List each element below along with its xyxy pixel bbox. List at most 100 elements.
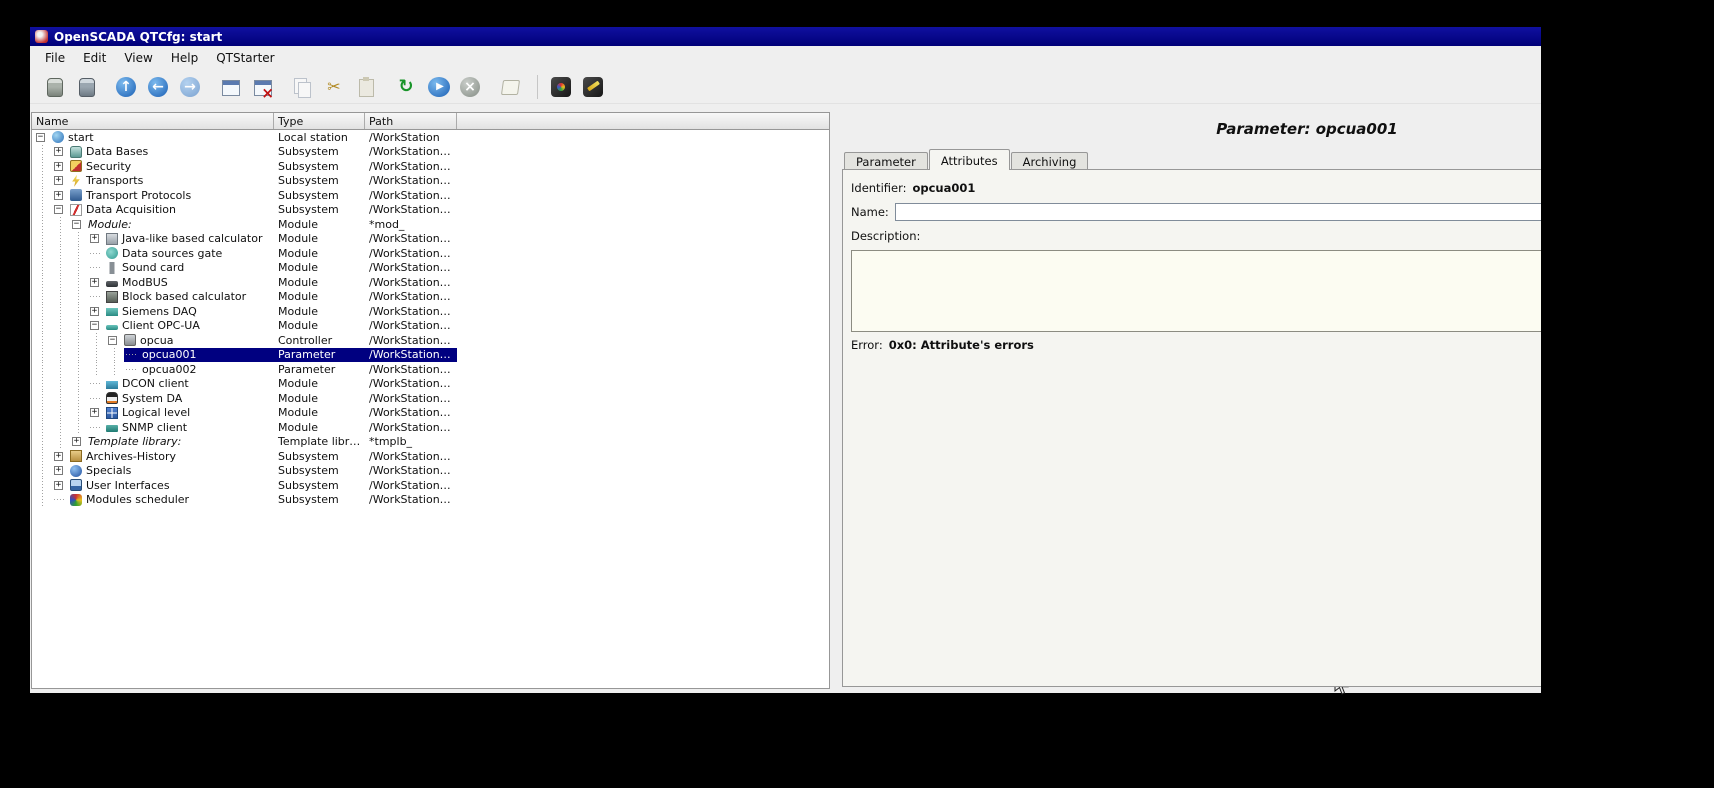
menu-item-view[interactable]: View	[115, 48, 161, 68]
qtstarter-openscada-button[interactable]	[547, 73, 575, 101]
collapse-icon[interactable]: −	[54, 205, 63, 214]
tree-row-dcon-client[interactable]: DCON clientModule/WorkStation…	[32, 377, 829, 392]
tree-row-template-library[interactable]: +Template library:Template libr…*tmplb_	[32, 435, 829, 450]
tree-row-opcua002[interactable]: opcua002Parameter/WorkStation…	[32, 362, 829, 377]
tree-item-label: opcua002	[142, 363, 196, 376]
menu-item-qtstarter[interactable]: QTStarter	[207, 48, 283, 68]
tree-row-sound-card[interactable]: Sound cardModule/WorkStation…	[32, 261, 829, 276]
add-item-button[interactable]	[216, 73, 244, 101]
start-button[interactable]	[424, 73, 452, 101]
manual-button[interactable]	[496, 73, 524, 101]
expand-icon[interactable]: +	[54, 162, 63, 171]
column-header-type[interactable]: Type	[274, 113, 365, 129]
tree-row-module[interactable]: −Module:Module*mod_	[32, 217, 829, 232]
expand-icon[interactable]: +	[90, 278, 99, 287]
tree-cell-filler	[457, 130, 829, 145]
expand-icon[interactable]: +	[90, 307, 99, 316]
tree-row-data-bases[interactable]: +Data BasesSubsystem/WorkStation…	[32, 145, 829, 160]
tree-row-start[interactable]: −startLocal station/WorkStation	[32, 130, 829, 145]
tree-row-modules-scheduler[interactable]: Modules schedulerSubsystem/WorkStation…	[32, 493, 829, 508]
tree-row-transport-protocols[interactable]: +Transport ProtocolsSubsystem/WorkStatio…	[32, 188, 829, 203]
tree-item-label: Data Bases	[86, 145, 148, 158]
expand-icon[interactable]: +	[72, 437, 81, 446]
description-field: Description:	[851, 229, 1541, 332]
expand-icon[interactable]: +	[90, 408, 99, 417]
tree-row-logical-level[interactable]: +Logical levelModule/WorkStation…	[32, 406, 829, 421]
tab-attributes[interactable]: Attributes	[929, 149, 1010, 170]
indent-guide	[70, 232, 88, 247]
tree-item-label: Module:	[88, 218, 132, 231]
refresh-button[interactable]	[392, 73, 420, 101]
expand-icon[interactable]: +	[54, 466, 63, 475]
tree-item-label: opcua	[140, 334, 173, 347]
expand-icon[interactable]: +	[54, 176, 63, 185]
expand-icon[interactable]: +	[54, 452, 63, 461]
collapse-icon[interactable]: −	[72, 220, 81, 229]
tree-cell-name: Data sources gate	[32, 246, 274, 261]
tree-cell-name: Modules scheduler	[32, 493, 274, 508]
tree-row-data-acquisition[interactable]: −Data AcquisitionSubsystem/WorkStation…	[32, 203, 829, 218]
tree-row-block-based-calculator[interactable]: Block based calculatorModule/WorkStation…	[32, 290, 829, 305]
toolbar-separator	[537, 75, 538, 99]
tree-row-specials[interactable]: +SpecialsSubsystem/WorkStation…	[32, 464, 829, 479]
tree-row-java-like-based-calculator[interactable]: +Java-like based calculatorModule/WorkSt…	[32, 232, 829, 247]
column-header-name[interactable]: Name	[32, 113, 274, 129]
tab-archiving[interactable]: Archiving	[1011, 152, 1089, 169]
tree-cell-filler	[457, 493, 829, 508]
stop-button[interactable]	[456, 73, 484, 101]
tree-cell-path: /WorkStation…	[365, 478, 457, 493]
tree-item-label: Security	[86, 160, 131, 173]
tree-row-security[interactable]: +SecuritySubsystem/WorkStation…	[32, 159, 829, 174]
tree-row-archives-history[interactable]: +Archives-HistorySubsystem/WorkStation…	[32, 449, 829, 464]
tree-row-transports[interactable]: +TransportsSubsystem/WorkStation…	[32, 174, 829, 189]
tree-row-user-interfaces[interactable]: +User InterfacesSubsystem/WorkStation…	[32, 478, 829, 493]
indent-guide	[34, 159, 52, 174]
tree-row-system-da[interactable]: System DAModule/WorkStation…	[32, 391, 829, 406]
paste-button[interactable]	[352, 73, 380, 101]
cut-button[interactable]	[320, 73, 348, 101]
save-to-db-button[interactable]	[72, 73, 100, 101]
indent-guide	[34, 348, 52, 363]
tab-parameter[interactable]: Parameter	[844, 152, 928, 169]
tree-row-client-opc-ua[interactable]: −Client OPC-UAModule/WorkStation…	[32, 319, 829, 334]
back-button[interactable]	[144, 73, 172, 101]
tree-row-opcua[interactable]: −opcuaController/WorkStation…	[32, 333, 829, 348]
tree-item-label: Client OPC-UA	[122, 319, 200, 332]
tree-branch-stub	[90, 427, 102, 428]
forward-button[interactable]	[176, 73, 204, 101]
menu-item-file[interactable]: File	[36, 48, 74, 68]
menu-item-edit[interactable]: Edit	[74, 48, 115, 68]
collapse-icon[interactable]: −	[90, 321, 99, 330]
delete-item-button[interactable]	[248, 73, 276, 101]
column-header-path[interactable]: Path	[365, 113, 457, 129]
title-bar[interactable]: OpenSCADA QTCfg: start	[30, 27, 1541, 46]
branch-slot: +	[88, 278, 106, 287]
load-from-db-button[interactable]	[40, 73, 68, 101]
tree-row-opcua001[interactable]: opcua001Parameter/WorkStation…	[32, 348, 829, 363]
indent-guide	[34, 246, 52, 261]
tab-bar: ParameterAttributesArchiving	[844, 148, 1541, 169]
tree-row-modbus[interactable]: +ModBUSModule/WorkStation…	[32, 275, 829, 290]
name-input[interactable]	[895, 203, 1541, 221]
expand-icon[interactable]: +	[54, 147, 63, 156]
tree-cell-path: /WorkStation…	[365, 377, 457, 392]
expand-icon[interactable]: +	[90, 234, 99, 243]
indent-guide	[70, 348, 88, 363]
expand-icon[interactable]: +	[54, 191, 63, 200]
tree-row-data-sources-gate[interactable]: Data sources gateModule/WorkStation…	[32, 246, 829, 261]
tree-cell-filler	[457, 261, 829, 276]
app-window: OpenSCADA QTCfg: start FileEditViewHelpQ…	[30, 27, 1541, 693]
copy-button[interactable]	[288, 73, 316, 101]
collapse-icon[interactable]: −	[108, 336, 117, 345]
up-button[interactable]	[112, 73, 140, 101]
indent-guide	[34, 333, 52, 348]
description-textarea[interactable]	[851, 250, 1541, 332]
tree-row-snmp-client[interactable]: SNMP clientModule/WorkStation…	[32, 420, 829, 435]
collapse-icon[interactable]: −	[36, 133, 45, 142]
pane-splitter[interactable]	[830, 104, 842, 693]
menu-item-help[interactable]: Help	[162, 48, 207, 68]
qtstarter-uivision-button[interactable]	[579, 73, 607, 101]
logical-icon	[106, 407, 118, 419]
tree-row-siemens-daq[interactable]: +Siemens DAQModule/WorkStation…	[32, 304, 829, 319]
expand-icon[interactable]: +	[54, 481, 63, 490]
